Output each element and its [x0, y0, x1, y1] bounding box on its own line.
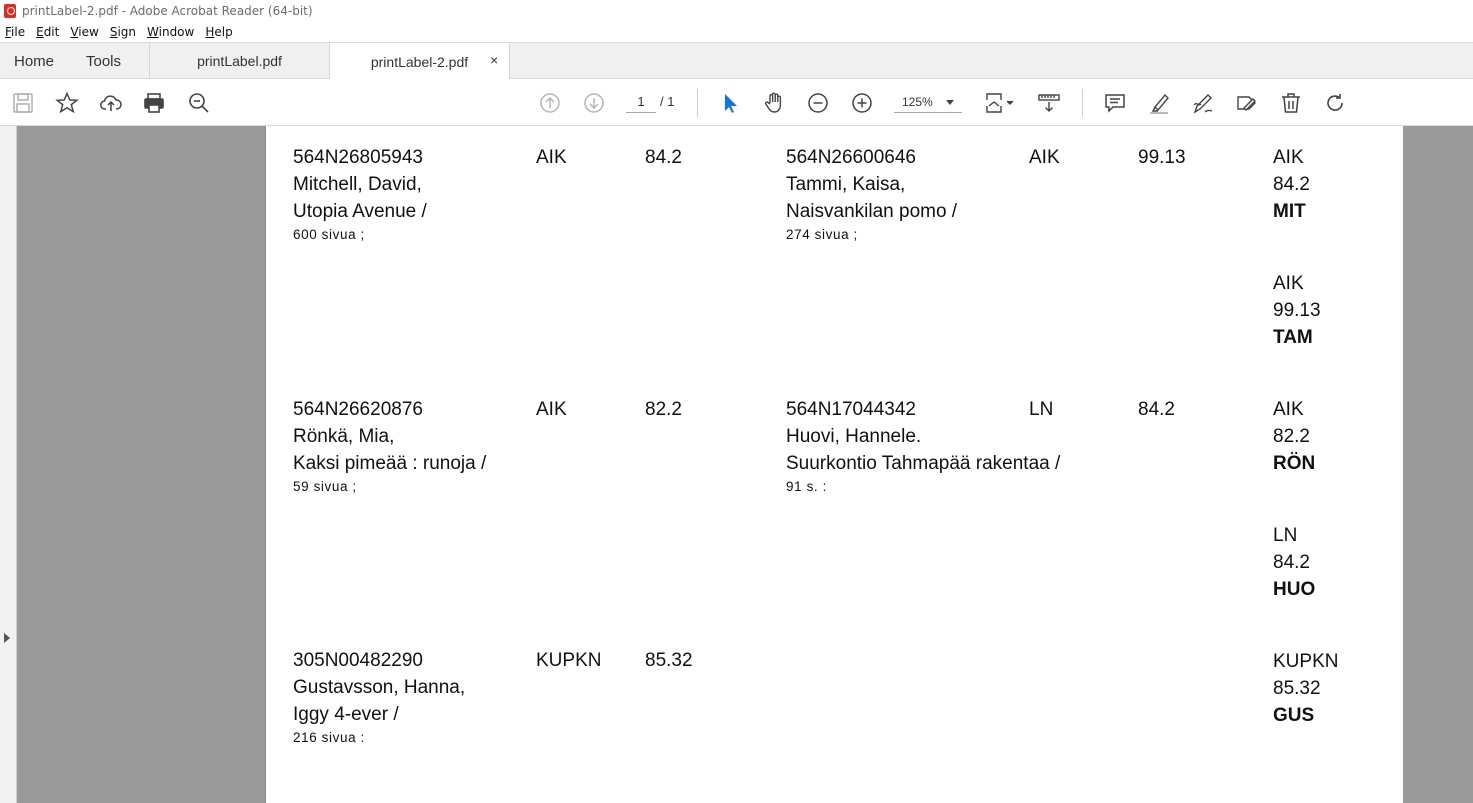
draw-icon[interactable] [1190, 90, 1216, 116]
close-tab-icon[interactable]: × [490, 52, 498, 68]
rotate-icon[interactable] [1322, 90, 1348, 116]
fill-sign-icon[interactable] [1234, 90, 1260, 116]
left-pane-rail[interactable] [0, 126, 17, 803]
record-class: 84.2 [1138, 399, 1175, 420]
page-up-icon[interactable] [537, 90, 563, 116]
spine-label-class: 99.13 [1273, 300, 1321, 321]
tab-bar: Home Tools printLabel.pdf printLabel-2.p… [0, 42, 1473, 80]
chevron-down-icon [946, 100, 954, 105]
record-author: Mitchell, David, [293, 174, 422, 195]
tab-tools[interactable]: Tools [86, 43, 121, 79]
document-workspace[interactable]: 564N26805943 Mitchell, David, Utopia Ave… [0, 126, 1473, 803]
record-location: AIK [536, 147, 567, 168]
scroll-mode-icon[interactable] [1036, 90, 1062, 116]
acrobat-app-icon [4, 4, 16, 18]
zoom-level-select[interactable]: 125% [894, 91, 962, 113]
zoom-out-icon[interactable] [805, 90, 831, 116]
record-title: Suurkontio Tahmapää rakentaa / [786, 453, 1061, 474]
spine-label-class: 84.2 [1273, 552, 1310, 573]
save-icon[interactable] [10, 90, 36, 116]
spine-label-code: RÖN [1273, 453, 1316, 474]
record-title: Naisvankilan pomo / [786, 201, 958, 222]
comment-icon[interactable] [1102, 90, 1128, 116]
print-icon[interactable] [141, 90, 167, 116]
menu-bar: File Edit View Sign Window Help [0, 22, 1473, 42]
menu-window[interactable]: Window [147, 25, 194, 39]
record-author: Tammi, Kaisa, [786, 174, 906, 195]
upload-icon[interactable] [98, 90, 124, 116]
menu-view[interactable]: View [70, 25, 98, 39]
page-total: / 1 [660, 94, 675, 109]
spine-label-location: KUPKN [1273, 651, 1339, 672]
record-author: Huovi, Hannele. [786, 426, 922, 447]
toolbar: 1 / 1 125% [0, 79, 1473, 126]
spine-label-location: AIK [1273, 399, 1304, 420]
menu-sign[interactable]: Sign [110, 25, 136, 39]
page-fit-icon[interactable] [982, 90, 1016, 116]
record-id: 564N26600646 [786, 147, 916, 168]
window-title: printLabel-2.pdf - Adobe Acrobat Reader … [22, 4, 313, 18]
spine-label-code: MIT [1273, 201, 1306, 222]
record-id: 564N26620876 [293, 399, 423, 420]
record-pages: 91 s. : [786, 479, 827, 494]
zoom-level-value: 125% [902, 95, 933, 109]
spine-label-class: 84.2 [1273, 174, 1310, 195]
spine-label-class: 85.32 [1273, 678, 1321, 699]
spine-label-location: AIK [1273, 273, 1304, 294]
menu-edit[interactable]: Edit [36, 25, 59, 39]
highlight-icon[interactable] [1146, 90, 1172, 116]
expand-pane-icon[interactable] [4, 633, 10, 643]
pdf-page: 564N26805943 Mitchell, David, Utopia Ave… [265, 126, 1403, 803]
record-pages: 274 sivua ; [786, 227, 858, 242]
record-location: LN [1029, 399, 1054, 420]
spine-label-code: HUO [1273, 579, 1316, 600]
record-id: 564N26805943 [293, 147, 423, 168]
record-location: KUPKN [536, 650, 602, 671]
tab-document-printlabel[interactable]: printLabel.pdf [150, 43, 330, 79]
record-location: AIK [536, 399, 567, 420]
spine-label-location: LN [1273, 525, 1298, 546]
record-pages: 216 sivua : [293, 730, 365, 745]
zoom-search-icon[interactable] [186, 90, 212, 116]
record-class: 99.13 [1138, 147, 1186, 168]
hand-icon[interactable] [761, 90, 787, 116]
record-id: 305N00482290 [293, 650, 423, 671]
page-number-input[interactable]: 1 [626, 91, 656, 113]
delete-icon[interactable] [1278, 90, 1304, 116]
tab-home[interactable]: Home [14, 43, 54, 79]
record-pages: 59 sivua ; [293, 479, 357, 494]
tab-document-printlabel-2[interactable]: printLabel-2.pdf [330, 43, 510, 80]
record-class: 84.2 [645, 147, 682, 168]
star-icon[interactable] [54, 90, 80, 116]
record-title: Kaksi pimeää : runoja / [293, 453, 487, 474]
zoom-in-icon[interactable] [849, 90, 875, 116]
record-title: Utopia Avenue / [293, 201, 427, 222]
title-bar: printLabel-2.pdf - Adobe Acrobat Reader … [0, 0, 1473, 22]
record-author: Rönkä, Mia, [293, 426, 395, 447]
record-location: AIK [1029, 147, 1060, 168]
spine-label-code: TAM [1273, 327, 1313, 348]
record-pages: 600 sivua ; [293, 227, 365, 242]
spine-label-code: GUS [1273, 705, 1315, 726]
select-cursor-icon[interactable] [717, 90, 743, 116]
record-id: 564N17044342 [786, 399, 916, 420]
spine-label-class: 82.2 [1273, 426, 1310, 447]
menu-file[interactable]: File [5, 25, 25, 39]
record-class: 85.32 [645, 650, 693, 671]
record-author: Gustavsson, Hanna, [293, 677, 466, 698]
menu-help[interactable]: Help [205, 25, 232, 39]
record-title: Iggy 4-ever / [293, 704, 399, 725]
spine-label-location: AIK [1273, 147, 1304, 168]
page-down-icon[interactable] [581, 90, 607, 116]
toolbar-divider [697, 89, 698, 117]
toolbar-divider [1082, 89, 1083, 117]
record-class: 82.2 [645, 399, 682, 420]
